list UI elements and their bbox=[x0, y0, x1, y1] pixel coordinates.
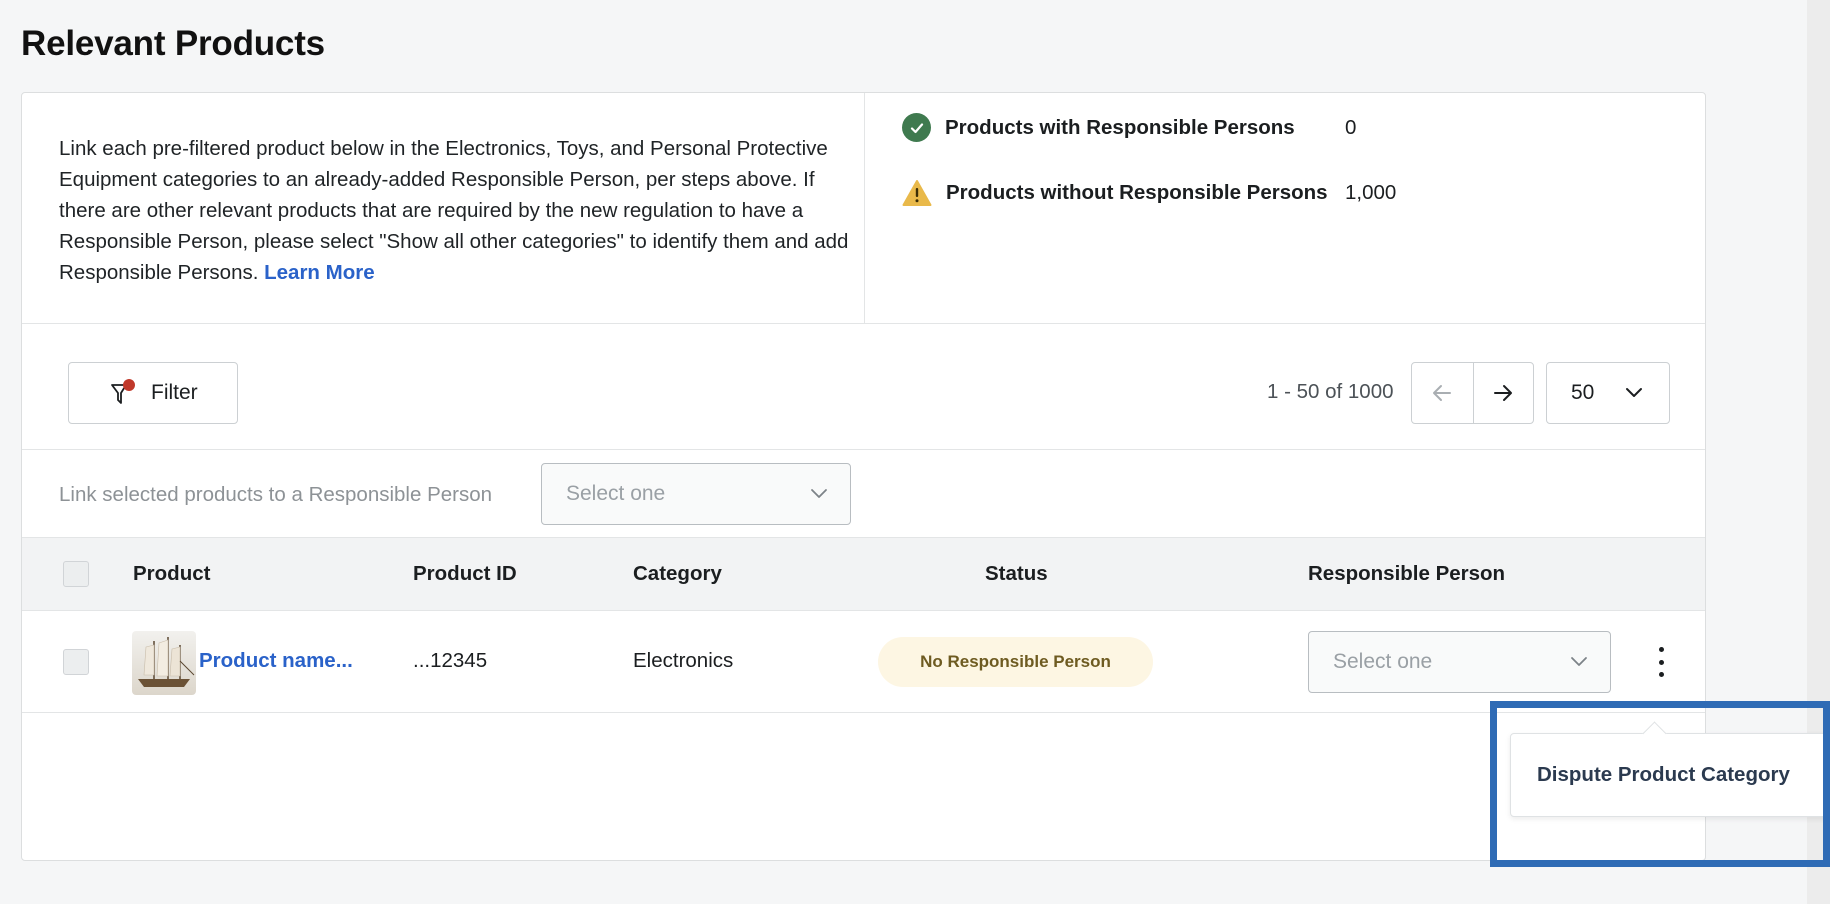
responsible-select-placeholder: Select one bbox=[1333, 650, 1433, 673]
status-badge-text: No Responsible Person bbox=[920, 652, 1111, 671]
bulk-select-placeholder: Select one bbox=[566, 482, 666, 505]
bulk-link-label: Link selected products to a Responsible … bbox=[59, 483, 493, 506]
header-product: Product bbox=[133, 562, 211, 585]
stat-without-value: 1,000 bbox=[1345, 181, 1397, 204]
info-text: Link each pre-filtered product below in … bbox=[59, 137, 849, 284]
stat-without-responsible: Products without Responsible Persons 1,0… bbox=[902, 179, 1396, 207]
header-status: Status bbox=[985, 562, 1048, 585]
stat-with-label: Products with Responsible Persons bbox=[945, 115, 1295, 139]
chevron-down-icon bbox=[1626, 388, 1642, 397]
per-page-value: 50 bbox=[1571, 381, 1595, 404]
table-row: Product name... ...12345 Electronics No … bbox=[22, 611, 1705, 713]
header-responsible-person: Responsible Person bbox=[1308, 562, 1506, 585]
stat-with-value: 0 bbox=[1345, 115, 1357, 139]
header-product-id: Product ID bbox=[413, 562, 517, 585]
row-checkbox[interactable] bbox=[63, 649, 89, 675]
status-badge: No Responsible Person bbox=[878, 637, 1153, 687]
arrow-left-icon bbox=[1433, 385, 1452, 401]
per-page-select[interactable]: 50 bbox=[1546, 362, 1670, 424]
section-divider bbox=[22, 323, 1705, 324]
chevron-down-icon bbox=[811, 489, 827, 498]
filter-icon bbox=[109, 378, 139, 408]
stat-without-label: Products without Responsible Persons bbox=[946, 181, 1328, 204]
prev-page-button[interactable] bbox=[1412, 363, 1473, 423]
check-icon bbox=[902, 113, 931, 142]
product-name-link[interactable]: Product name... bbox=[199, 649, 353, 673]
kebab-icon[interactable] bbox=[1654, 643, 1668, 681]
pagination-controls bbox=[1411, 362, 1534, 424]
product-thumbnail bbox=[132, 631, 196, 695]
page-title: Relevant Products bbox=[21, 24, 325, 63]
filter-label: Filter bbox=[151, 381, 198, 404]
responsible-person-select[interactable]: Select one bbox=[1308, 631, 1611, 693]
info-divider bbox=[864, 93, 865, 323]
stat-with-responsible: Products with Responsible Persons 0 bbox=[902, 113, 1356, 142]
pagination-range: 1 - 50 of 1000 bbox=[1267, 380, 1394, 403]
learn-more-link[interactable]: Learn More bbox=[264, 261, 375, 284]
bulk-responsible-select[interactable]: Select one bbox=[541, 463, 851, 525]
header-category: Category bbox=[633, 562, 722, 585]
arrow-right-icon bbox=[1494, 385, 1513, 401]
table-header: Product Product ID Category Status Respo… bbox=[22, 537, 1705, 611]
chevron-down-icon bbox=[1571, 657, 1587, 666]
filter-button[interactable]: Filter bbox=[68, 362, 238, 424]
select-all-checkbox[interactable] bbox=[63, 561, 89, 587]
warning-icon bbox=[902, 179, 932, 207]
highlight-box bbox=[1490, 701, 1830, 867]
next-page-button[interactable] bbox=[1472, 363, 1534, 423]
info-description: Link each pre-filtered product below in … bbox=[59, 133, 849, 288]
product-category: Electronics bbox=[633, 649, 734, 672]
toolbar-divider bbox=[22, 449, 1705, 450]
relevant-products-card: Link each pre-filtered product below in … bbox=[21, 92, 1706, 861]
product-id: ...12345 bbox=[413, 649, 488, 672]
